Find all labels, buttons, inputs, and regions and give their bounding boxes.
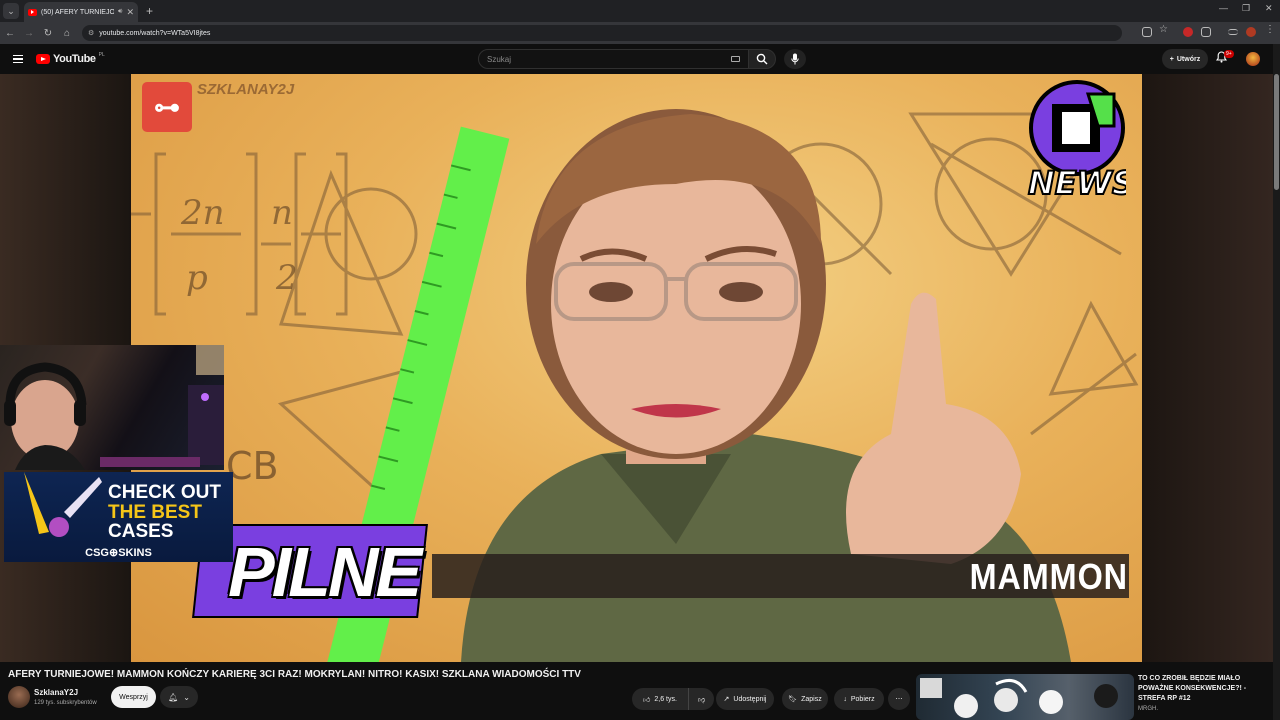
hamburger-menu-icon[interactable] — [13, 54, 23, 64]
cast-icon[interactable] — [1142, 27, 1152, 37]
youtube-logo[interactable]: YouTube PL — [36, 52, 105, 65]
svg-text:2: 2 — [275, 258, 298, 298]
key-logo-icon: ⊶ — [142, 82, 192, 132]
news-text: NEWS — [1028, 164, 1126, 202]
svg-text:n: n — [271, 193, 293, 233]
profile-icon[interactable] — [1246, 27, 1256, 37]
csgo-skins-ad: CHECK OUT THE BEST CASES CSG⊕SKINS — [4, 472, 233, 562]
country-code: PL — [98, 52, 105, 58]
svg-text:2n: 2n — [180, 193, 225, 233]
download-button[interactable]: ↓ Pobierz — [834, 688, 884, 710]
download-icon: ↓ — [843, 695, 847, 703]
download-label: Pobierz — [850, 695, 875, 703]
new-tab-button[interactable]: + — [146, 4, 153, 18]
bookmark-star-icon[interactable]: ☆ — [1159, 24, 1169, 35]
voice-search-button[interactable] — [784, 49, 806, 69]
browser-tab[interactable]: (50) AFERY TURNIEJOWE! M 🔊︎ ✕ — [24, 2, 138, 22]
pilne-badge-text: PILNE — [228, 533, 422, 611]
site-info-icon[interactable]: ⚙︎ — [88, 29, 94, 37]
youtube-wordmark: YouTube — [53, 53, 96, 65]
notification-count-badge: 9+ — [1224, 50, 1234, 58]
more-actions-button[interactable]: ⋯ — [888, 688, 910, 710]
streamer-webcam — [0, 345, 224, 470]
bell-icon: 🔔︎ — [168, 692, 179, 702]
microphone-icon — [791, 53, 799, 65]
ad-line-3: CASES — [108, 521, 174, 542]
search-input[interactable]: Szukaj — [478, 49, 749, 69]
keyboard-icon[interactable] — [731, 56, 740, 62]
reload-icon[interactable]: ↻ — [39, 28, 57, 39]
forward-icon[interactable]: → — [20, 28, 38, 39]
recommended-title[interactable]: TO CO ZROBIŁ BĘDZIE MIAŁO POWAŻNE KONSEK… — [1138, 674, 1270, 703]
speaker-icon: 🔊︎ — [118, 8, 123, 15]
tab-close-icon[interactable]: ✕ — [126, 7, 134, 18]
thumbs-up-icon: 👍︎ — [643, 696, 651, 704]
tab-title: (50) AFERY TURNIEJOWE! M — [41, 8, 115, 16]
cb-text: CB — [226, 444, 279, 488]
video-title: AFERY TURNIEJOWE! MAMMON KOŃCZY KARIERĘ … — [8, 669, 581, 680]
youtube-play-icon — [36, 54, 50, 64]
reading-list-icon[interactable] — [1228, 29, 1238, 35]
youtube-favicon-icon — [28, 8, 37, 16]
recommended-thumbnail[interactable] — [916, 674, 1134, 720]
create-label: Utwórz — [1176, 55, 1201, 63]
channel-name[interactable]: SzklanaY2J — [34, 688, 78, 697]
svg-text:p: p — [186, 258, 208, 298]
share-label: Udostępnij — [733, 695, 767, 703]
save-button[interactable]: 🔖︎ Zapisz — [782, 688, 828, 710]
chevron-down-icon: ⌄ — [183, 692, 190, 702]
like-button[interactable]: 👍︎ 2,6 tys. — [632, 688, 688, 710]
support-button[interactable]: Wesprzyj — [111, 686, 156, 708]
browser-toolbar: ← → ↻ ⌂ ⚙︎ youtube.com/watch?v=WTa5VI8jt… — [0, 22, 1280, 44]
thumbs-down-icon: 👎︎ — [697, 696, 706, 704]
url-text: youtube.com/watch?v=WTa5VI8jtes — [99, 29, 211, 37]
maximize-icon[interactable]: ❐ — [1242, 3, 1250, 14]
bookmark-icon: 🔖︎ — [788, 696, 798, 703]
back-icon[interactable]: ← — [1, 28, 19, 39]
channel-watermark: SZKLANAY2J — [197, 81, 295, 98]
search-button[interactable] — [748, 49, 776, 69]
plus-icon: + — [1169, 55, 1174, 63]
home-icon[interactable]: ⌂ — [58, 28, 76, 39]
page-scrollbar-thumb[interactable] — [1274, 74, 1279, 190]
name-banner-text: MAMMON — [969, 556, 1128, 597]
share-button[interactable]: ↗ Udostępnij — [716, 688, 774, 710]
ad-line-2: THE BEST — [108, 502, 202, 523]
more-icon: ⋯ — [895, 696, 903, 703]
subscriber-count: 129 tys. subskrybentów — [34, 700, 97, 706]
extension-icon[interactable] — [1183, 27, 1193, 37]
subscription-bell-button[interactable]: 🔔︎ ⌄ — [160, 686, 198, 708]
address-bar[interactable]: ⚙︎ youtube.com/watch?v=WTa5VI8jtes — [82, 25, 1122, 41]
recommended-channel[interactable]: MRGH. — [1138, 706, 1158, 712]
save-label: Zapisz — [801, 695, 822, 703]
channel-avatar[interactable] — [8, 686, 30, 708]
ad-brand: CSG⊕SKINS — [85, 547, 152, 559]
search-icon — [756, 53, 768, 65]
close-window-icon[interactable]: ✕ — [1265, 3, 1273, 14]
extensions-puzzle-icon[interactable] — [1201, 27, 1211, 37]
tab-search-icon[interactable]: ⌄ — [3, 3, 19, 19]
dislike-button[interactable]: 👎︎ — [688, 688, 714, 710]
search-placeholder: Szukaj — [487, 54, 512, 64]
like-count: 2,6 tys. — [654, 695, 677, 703]
create-button[interactable]: + Utwórz — [1162, 49, 1208, 69]
account-avatar[interactable] — [1246, 52, 1260, 66]
share-icon: ↗ — [723, 696, 730, 703]
browser-tab-bar: ⌄ (50) AFERY TURNIEJOWE! M 🔊︎ ✕ + — ❐ ✕ — [0, 0, 1280, 22]
news-logo: NEWS — [1027, 80, 1126, 202]
browser-menu-icon[interactable]: ⋮ — [1265, 24, 1275, 35]
ad-line-1: CHECK OUT — [108, 482, 221, 503]
minimize-icon[interactable]: — — [1219, 3, 1228, 13]
